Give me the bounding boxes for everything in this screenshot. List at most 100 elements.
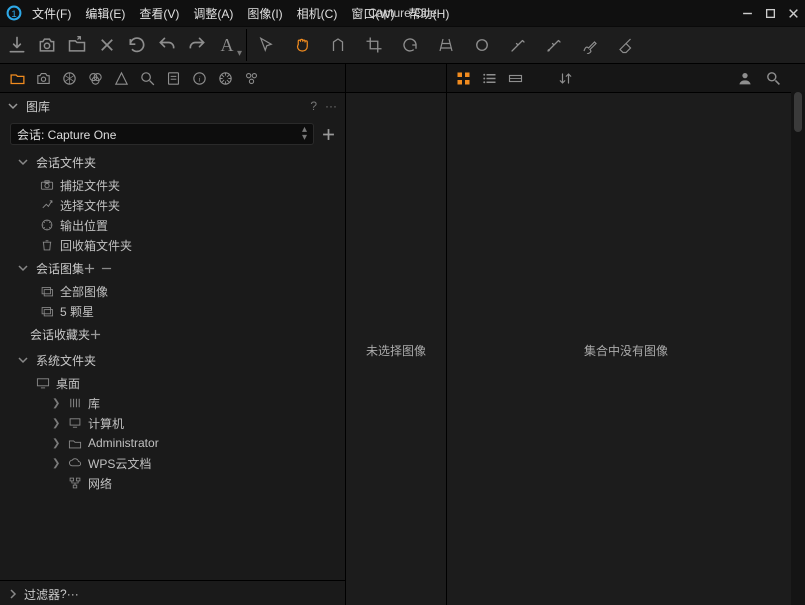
library-title: 图库 — [26, 98, 50, 115]
add-favorite-button[interactable] — [90, 329, 101, 340]
output-folder-row[interactable]: 输出位置 — [0, 215, 345, 235]
color-tab-icon[interactable] — [86, 69, 104, 87]
all-images-icon — [40, 284, 54, 298]
more-icon[interactable]: ··· — [325, 99, 337, 113]
viewer-column: 未选择图像 — [346, 64, 447, 605]
browser-scrollbar[interactable] — [791, 92, 805, 605]
picker1-icon[interactable] — [507, 34, 529, 56]
rotate-icon[interactable] — [399, 34, 421, 56]
open-icon[interactable] — [66, 34, 88, 56]
session-select[interactable]: 会话: Capture One ▴▾ — [10, 123, 314, 145]
lens-tab-icon[interactable] — [60, 69, 78, 87]
session-favorites-header[interactable]: 会话收藏夹 — [0, 321, 345, 347]
tool-tabs: i — [0, 64, 345, 93]
select-folder-row[interactable]: 选择文件夹 — [0, 195, 345, 215]
add-album-button[interactable] — [84, 263, 95, 274]
trash-folder-row[interactable]: 回收箱文件夹 — [0, 235, 345, 255]
chevron-right-icon: ❯ — [52, 418, 62, 429]
chevron-right-icon — [8, 589, 18, 599]
close-button[interactable] — [788, 8, 799, 19]
import-icon[interactable] — [6, 34, 28, 56]
undo-icon[interactable] — [156, 34, 178, 56]
menu-file[interactable]: 文件(F) — [32, 5, 71, 22]
help-icon[interactable]: ? — [60, 587, 67, 601]
output-tab-icon[interactable] — [216, 69, 234, 87]
browser-column: 集合中没有图像 — [447, 64, 805, 605]
session-favorites-title: 会话收藏夹 — [30, 326, 90, 343]
menu-image[interactable]: 图像(I) — [247, 5, 282, 22]
window-controls — [742, 8, 799, 19]
left-panel: i 图库 ? ··· 会话: Capture One ▴ — [0, 64, 346, 605]
filmstrip-view-icon[interactable] — [507, 70, 523, 86]
session-albums-header[interactable]: 会话图集 — [0, 255, 345, 281]
minimize-button[interactable] — [742, 8, 753, 19]
details-tab-icon[interactable] — [138, 69, 156, 87]
tree-row-label: 回收箱文件夹 — [60, 237, 132, 254]
chevron-down-icon — [18, 263, 30, 273]
search-icon[interactable] — [765, 70, 781, 86]
close-x-icon[interactable] — [96, 34, 118, 56]
computer-folder-row[interactable]: ❯ 计算机 — [0, 413, 345, 433]
menu-camera[interactable]: 相机(C) — [297, 5, 338, 22]
more-icon[interactable]: ··· — [67, 587, 79, 601]
list-view-icon[interactable] — [481, 70, 497, 86]
tree-row-label: 桌面 — [56, 375, 80, 392]
redo-icon[interactable] — [186, 34, 208, 56]
adjustments-tab-icon[interactable] — [164, 69, 182, 87]
chevron-down-icon — [8, 101, 20, 111]
all-images-row[interactable]: 全部图像 — [0, 281, 345, 301]
library-folder-icon — [68, 396, 82, 410]
hand-icon[interactable] — [291, 34, 313, 56]
brush-icon[interactable] — [579, 34, 601, 56]
metadata-tab-icon[interactable]: i — [190, 69, 208, 87]
network-row[interactable]: ❯ 网络 — [0, 473, 345, 493]
menu-adjust[interactable]: 调整(A) — [193, 5, 233, 22]
library-tab-icon[interactable] — [8, 69, 26, 87]
maximize-button[interactable] — [765, 8, 776, 19]
administrator-folder-row[interactable]: ❯ Administrator — [0, 433, 345, 453]
add-session-button[interactable] — [322, 128, 335, 141]
spot-icon[interactable] — [471, 34, 493, 56]
text-icon[interactable]: A ▾ — [216, 34, 238, 56]
session-folders-header[interactable]: 会话文件夹 — [0, 149, 345, 175]
keystone-icon[interactable] — [435, 34, 457, 56]
mask-icon[interactable] — [327, 34, 349, 56]
tree-row-label: 5 颗星 — [60, 303, 94, 320]
tree-row-label: Administrator — [88, 436, 159, 450]
grid-view-icon[interactable] — [455, 70, 471, 86]
toolbar-right-group — [249, 34, 643, 56]
session-folders-title: 会话文件夹 — [36, 154, 96, 171]
tree-row-label: 输出位置 — [60, 217, 108, 234]
filters-section-header[interactable]: 过滤器 ? ··· — [0, 580, 345, 605]
scrollbar-thumb[interactable] — [794, 92, 802, 132]
wps-cloud-row[interactable]: ❯ WPS云文档 — [0, 453, 345, 473]
exposure-tab-icon[interactable] — [112, 69, 130, 87]
sort-icon[interactable] — [557, 70, 573, 86]
capture-tab-icon[interactable] — [34, 69, 52, 87]
chevron-down-icon — [18, 355, 30, 365]
batch-tab-icon[interactable] — [242, 69, 260, 87]
undo-history-icon[interactable] — [126, 34, 148, 56]
picker2-icon[interactable] — [543, 34, 565, 56]
system-folders-header[interactable]: 系统文件夹 — [0, 347, 345, 373]
crop-icon[interactable] — [363, 34, 385, 56]
network-icon — [68, 476, 82, 490]
eraser-icon[interactable] — [615, 34, 637, 56]
remove-album-button[interactable] — [101, 263, 112, 274]
user-icon[interactable] — [737, 70, 753, 86]
help-icon[interactable]: ? — [310, 99, 317, 113]
cursor-icon[interactable] — [255, 34, 277, 56]
camera-icon[interactable] — [36, 34, 58, 56]
viewer-toolbar — [346, 64, 446, 93]
trash-folder-icon — [40, 238, 54, 252]
capture-folder-row[interactable]: 捕捉文件夹 — [0, 175, 345, 195]
menu-edit[interactable]: 编辑(E) — [85, 5, 125, 22]
library-section-header[interactable]: 图库 ? ··· — [0, 93, 345, 119]
filters-title: 过滤器 — [24, 586, 60, 603]
menu-view[interactable]: 查看(V) — [139, 5, 179, 22]
desktop-folder-row[interactable]: 桌面 — [0, 373, 345, 393]
chevron-right-icon: ❯ — [52, 438, 62, 449]
five-star-row[interactable]: 5 颗星 — [0, 301, 345, 321]
library-folder-row[interactable]: ❯ 库 — [0, 393, 345, 413]
browser-empty-message: 集合中没有图像 — [447, 93, 805, 605]
